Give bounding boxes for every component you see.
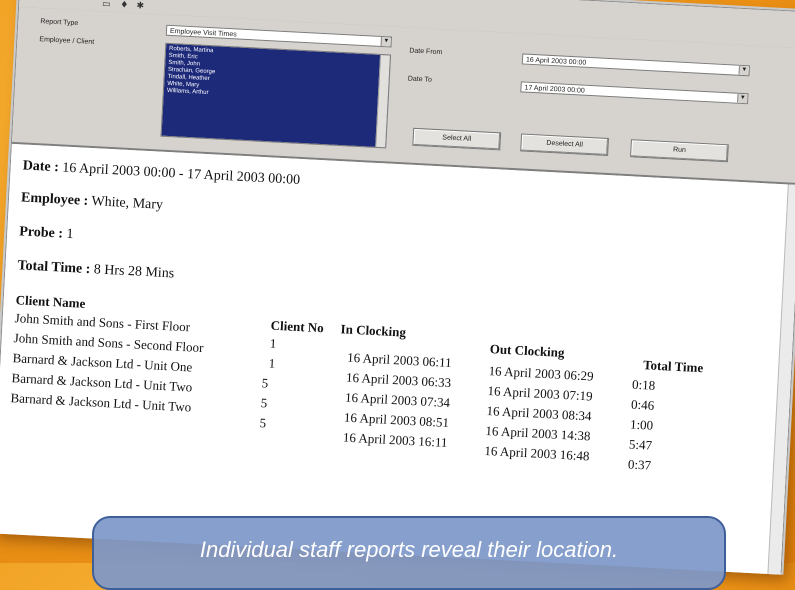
- cell-client-no: 5: [261, 375, 269, 391]
- run-button[interactable]: Run: [630, 139, 729, 163]
- column-header-client-name: Client Name: [15, 292, 86, 311]
- cell-client-no: 5: [260, 395, 268, 411]
- chevron-down-icon[interactable]: ▼: [738, 65, 749, 76]
- employee-label: Employee :: [20, 190, 89, 209]
- probe-line: Probe : 1: [19, 224, 74, 243]
- probe-label: Probe :: [18, 224, 64, 242]
- date-label: Date :: [22, 158, 60, 176]
- cell-out: 16 April 2003 16:48: [484, 442, 590, 464]
- date-from-value: 16 April 2003 00:00: [525, 56, 587, 67]
- cell-out: 16 April 2003 06:29: [488, 363, 595, 384]
- column-header-client-no: Client No: [270, 317, 325, 336]
- cell-total: 0:46: [630, 396, 655, 413]
- report-output: Date : 16 April 2003 00:00 - 17 April 20…: [0, 143, 795, 575]
- cell-total: 0:37: [627, 456, 652, 473]
- print-icon[interactable]: ▭: [99, 0, 114, 10]
- employee-client-label: Employee / Client: [39, 36, 95, 46]
- report-type-value: Employee Visit Times: [169, 27, 237, 39]
- chevron-down-icon[interactable]: ▼: [380, 36, 391, 47]
- deselect-all-button[interactable]: Deselect All: [520, 133, 610, 157]
- report-type-label: Report Type: [40, 18, 79, 28]
- date-value: 16 April 2003 00:00 - 17 April 2003 00:0…: [61, 160, 301, 188]
- cell-out: 16 April 2003 14:38: [485, 423, 591, 444]
- employee-list: Roberts, Martina Smith, Eric Smith, John…: [161, 43, 391, 148]
- employee-line: Employee : White, Mary: [21, 190, 164, 213]
- column-header-out-clocking: Out Clocking: [489, 341, 565, 361]
- probe-value: 1: [66, 226, 74, 243]
- cell-total: 1:00: [629, 416, 654, 433]
- cell-client-no: 5: [259, 415, 267, 431]
- cell-in: 16 April 2003 06:33: [345, 369, 452, 391]
- cell-in: 16 April 2003 08:51: [343, 409, 450, 431]
- cell-out: 16 April 2003 07:19: [487, 383, 593, 404]
- cell-total: 0:18: [631, 376, 656, 393]
- cell-client-no: 1: [268, 355, 276, 371]
- caption-banner: Individual staff reports reveal their lo…: [92, 516, 726, 590]
- date-to-label: Date To: [407, 75, 432, 84]
- report-scrollbar[interactable]: [767, 184, 795, 575]
- report-window: ▭ ♦ ✱ Report Type Employee Visit Times ▼…: [0, 0, 795, 575]
- date-to-picker[interactable]: 17 April 2003 00:00 ▼: [520, 81, 749, 105]
- cell-total: 5:47: [628, 436, 653, 453]
- cell-out: 16 April 2003 08:34: [486, 403, 592, 424]
- cell-in: 16 April 2003 07:34: [344, 389, 451, 411]
- cell-in: 16 April 2003 16:11: [342, 429, 448, 451]
- column-header-total-time: Total Time: [642, 357, 704, 376]
- cell-in: 16 April 2003 06:11: [346, 349, 453, 371]
- date-from-picker[interactable]: 16 April 2003 00:00 ▼: [521, 53, 751, 77]
- select-all-button[interactable]: Select All: [412, 127, 502, 151]
- total-time-label: Total Time :: [17, 258, 91, 278]
- date-to-value: 17 April 2003 00:00: [524, 84, 585, 95]
- total-time-value: 8 Hrs 28 Mins: [93, 262, 175, 282]
- column-header-in-clocking: In Clocking: [340, 321, 407, 340]
- total-time-line: Total Time : 8 Hrs 28 Mins: [17, 258, 175, 282]
- employee-value: White, Mary: [91, 194, 164, 213]
- gear-icon[interactable]: ✱: [133, 1, 148, 12]
- date-line: Date : 16 April 2003 00:00 - 17 April 20…: [22, 158, 300, 189]
- date-from-label: Date From: [409, 47, 443, 57]
- cell-client-no: 1: [269, 335, 277, 351]
- chevron-down-icon[interactable]: ▼: [737, 93, 748, 104]
- employee-listbox[interactable]: Roberts, Martina Smith, Eric Smith, John…: [160, 42, 392, 149]
- pin-icon[interactable]: ♦: [117, 0, 132, 11]
